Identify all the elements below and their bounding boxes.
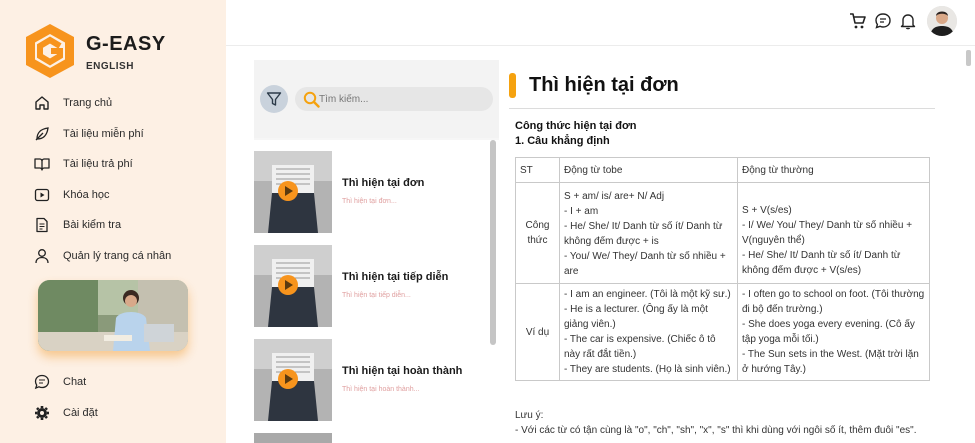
lesson-title: Thì hiện tại đơn <box>342 177 425 189</box>
sidebar-item-label: Trang chủ <box>63 97 113 109</box>
message-icon[interactable] <box>874 12 892 30</box>
user-icon <box>35 249 49 264</box>
note-label: Lưu ý: <box>515 410 544 421</box>
sidebar-item-label: Tài liệu miễn phí <box>63 128 144 140</box>
table-row: Công thức S + am/ is/ are+ N/ Adj - I + … <box>515 182 930 284</box>
table-cell: - I often go to school on foot. (Tôi thư… <box>737 283 930 381</box>
page-title: Thì hiện tại đơn <box>529 74 679 96</box>
video-icon <box>34 188 50 202</box>
title-divider <box>509 108 935 109</box>
promo-banner-image <box>38 280 188 351</box>
lesson-subtitle: Thì hiện tại đơn... <box>342 198 397 205</box>
lesson-thumbnail <box>254 151 332 233</box>
filter-button[interactable] <box>260 85 288 113</box>
sidebar-item-free-docs[interactable]: Tài liệu miễn phí <box>34 124 144 144</box>
lesson-list-scrollbar[interactable] <box>490 140 496 345</box>
lesson-subtitle: Thì hiện tại tiếp diễn... <box>342 292 411 299</box>
user-avatar[interactable] <box>927 6 957 36</box>
sidebar-item-paid-docs[interactable]: Tài liệu trả phí <box>34 154 133 174</box>
lesson-thumbnail-partial <box>254 433 332 443</box>
table-header-row: ST Động từ tobe Động từ thường <box>515 157 930 183</box>
search-icon <box>303 91 320 108</box>
lesson-item[interactable]: Thì hiện tại đơn Thì hiện tại đơn... <box>254 151 489 233</box>
cell-line: - I am an engineer. (Tôi là một kỹ sư.) <box>564 289 731 300</box>
table-cell: - I am an engineer. (Tôi là một kỹ sư.) … <box>559 283 738 381</box>
sidebar-item-chat[interactable]: Chat <box>34 372 86 392</box>
row-label-cell: Ví dụ <box>515 283 560 381</box>
note-text: - Với các từ có tận cùng là "o", "ch", "… <box>515 425 917 436</box>
lesson-item[interactable]: Thì hiện tại tiếp diễn Thì hiện tại tiếp… <box>254 245 489 327</box>
sidebar-item-label: Quản lý trang cá nhân <box>63 250 172 262</box>
table-row: Ví dụ - I am an engineer. (Tôi là một kỹ… <box>515 283 930 381</box>
page-scrollbar[interactable] <box>966 50 971 66</box>
sidebar-item-home[interactable]: Trang chủ <box>34 93 112 113</box>
cell-line: - He/ She/ It/ Danh từ số ít/ Danh từ kh… <box>742 250 901 276</box>
cart-icon[interactable] <box>849 12 867 30</box>
search-input[interactable] <box>319 90 487 108</box>
document-icon <box>36 217 48 233</box>
brand-subtitle: ENGLISH <box>86 61 134 72</box>
table-cell: S + V(s/es) - I/ We/ You/ They/ Danh từ … <box>737 182 930 284</box>
cell-line: - She does yoga every evening. (Cô ấy tậ… <box>742 319 915 345</box>
sidebar-item-label: Khóa học <box>63 189 110 201</box>
lesson-subtitle: Thì hiện tại hoàn thành... <box>342 386 420 393</box>
sidebar-item-tests[interactable]: Bài kiểm tra <box>34 215 121 235</box>
title-accent-bar <box>509 73 516 98</box>
section-heading: Công thức hiện tại đơn <box>515 120 637 132</box>
table-header-cell: ST <box>515 157 560 183</box>
subsection-heading: 1. Câu khẳng định <box>515 135 610 147</box>
sidebar-item-courses[interactable]: Khóa học <box>34 185 109 205</box>
lesson-title: Thì hiện tại hoàn thành <box>342 365 463 377</box>
filter-icon <box>266 92 282 106</box>
cell-line: - The Sun sets in the West. (Mặt trời lặ… <box>742 349 919 375</box>
cell-line: - I often go to school on foot. (Tôi thư… <box>742 289 925 315</box>
sidebar-item-label: Tài liệu trả phí <box>63 158 133 170</box>
logo <box>26 24 74 78</box>
search-box <box>295 87 493 111</box>
book-open-icon <box>34 158 50 171</box>
table-header-cell: Động từ tobe <box>559 157 738 183</box>
lesson-thumbnail <box>254 245 332 327</box>
cell-line: - I + am <box>564 206 599 217</box>
row-label-line: thức <box>527 235 548 246</box>
cell-line: - The car is expensive. (Chiếc ô tô này … <box>564 334 716 360</box>
brand-name: G-EASY <box>86 33 166 55</box>
table-cell: S + am/ is/ are+ N/ Adj - I + am - He/ S… <box>559 182 738 284</box>
lesson-item[interactable]: Thì hiện tại hoàn thành Thì hiện tại hoà… <box>254 339 489 421</box>
gear-icon <box>35 406 49 420</box>
row-label-cell: Công thức <box>515 182 560 284</box>
sidebar-item-label: Bài kiểm tra <box>63 219 122 231</box>
cell-line: - They are students. (Họ là sinh viên.) <box>564 364 731 375</box>
lesson-thumbnail <box>254 339 332 421</box>
table-header-cell: Động từ thường <box>737 157 930 183</box>
grammar-table: ST Động từ tobe Động từ thường Công thức… <box>515 157 930 381</box>
home-icon <box>35 96 49 110</box>
sidebar-item-label: Cài đặt <box>63 407 98 419</box>
cell-line: - He is a lecturer. (Ông ấy là một giảng… <box>564 304 708 330</box>
cell-line: S + am/ is/ are+ N/ Adj <box>564 191 665 202</box>
chat-icon <box>34 374 50 390</box>
cell-line: - I/ We/ You/ They/ Danh từ số nhiều + V… <box>742 220 913 246</box>
sidebar: G-EASY ENGLISH Trang chủ Tài liệu miễn p… <box>0 0 226 443</box>
cell-line: - You/ We/ They/ Danh từ số nhiều + are <box>564 251 726 277</box>
sidebar-item-profile[interactable]: Quản lý trang cá nhân <box>34 246 171 266</box>
cell-line: S + V(s/es) <box>742 205 792 216</box>
bell-icon[interactable] <box>899 12 917 30</box>
leaf-icon <box>35 127 49 141</box>
cell-line: - He/ She/ It/ Danh từ số ít/ Danh từ kh… <box>564 221 723 247</box>
app-window: G-EASY ENGLISH Trang chủ Tài liệu miễn p… <box>0 0 975 443</box>
sidebar-item-settings[interactable]: Cài đặt <box>34 403 98 423</box>
row-label-line: Công <box>525 220 550 231</box>
sidebar-item-label: Chat <box>63 376 87 388</box>
lesson-title: Thì hiện tại tiếp diễn <box>342 271 449 283</box>
